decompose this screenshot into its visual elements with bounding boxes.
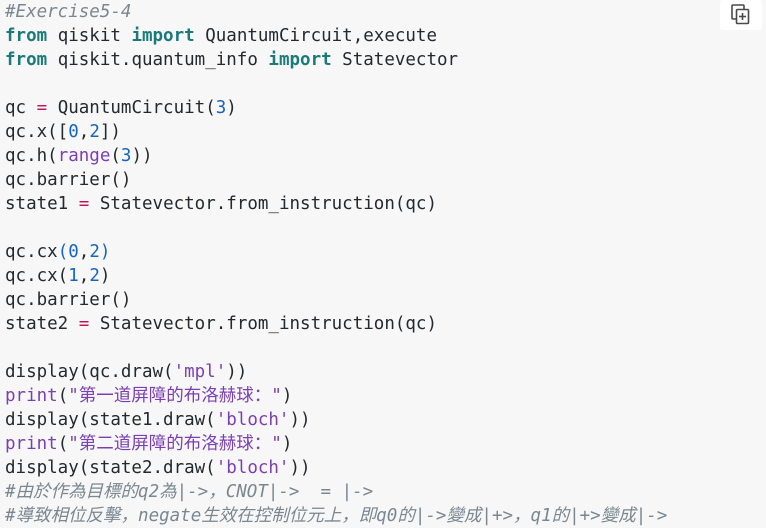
code-token: print [5, 434, 58, 454]
code-token: "第二道屏障的布洛赫球：" [68, 434, 282, 454]
code-line: qc.x([0,2]) [5, 120, 667, 144]
code-token: import [131, 26, 195, 46]
code-token: )) [289, 410, 311, 430]
code-token: from [5, 50, 48, 70]
code-token: qc.barrier() [5, 290, 132, 310]
code-token: = [36, 98, 48, 118]
code-token: ) [281, 386, 293, 406]
code-token: print [5, 386, 58, 406]
code-token: 'mpl' [173, 362, 227, 382]
code-token: QuantumCircuit( [47, 98, 216, 118]
code-token: state1 [5, 194, 79, 214]
code-token: 2 [89, 122, 100, 142]
code-token: qc.h( [5, 146, 58, 166]
copy-icon [731, 4, 750, 25]
code-token: Statevector.from_instruction(qc) [89, 194, 437, 214]
code-token: 'bloch' [215, 410, 290, 430]
code-token: )) [226, 362, 248, 382]
code-token: qc [5, 98, 37, 118]
code-line: from qiskit import QuantumCircuit,execut… [5, 24, 667, 48]
code-line: display(state1.draw('bloch')) [5, 408, 667, 432]
code-token: qc.cx [5, 242, 58, 262]
code-token: ) [226, 98, 237, 118]
code-line: #由於作為目標的q2為|->，CNOT|-> = |-> [5, 480, 667, 504]
code-line: qc.barrier() [5, 288, 667, 312]
code-line: from qiskit.quantum_info import Statevec… [5, 48, 667, 72]
code-token: 'bloch' [215, 458, 290, 478]
code-token: "第一道屏障的布洛赫球：" [68, 386, 282, 406]
code-token: ( [57, 242, 69, 262]
code-token: import [268, 50, 332, 70]
code-token: , [78, 242, 90, 262]
code-line: state1 = Statevector.from_instruction(qc… [5, 192, 667, 216]
code-token: 2 [89, 266, 100, 286]
code-token: qc.x([ [5, 122, 69, 142]
code-token: ]) [99, 122, 121, 142]
code-token: qc.barrier() [5, 170, 132, 190]
code-token: ( [57, 434, 69, 454]
code-line: #導致相位反擊，negate生效在控制位元上，即q0的|->變成|+>，q1的|… [5, 504, 667, 528]
code-token: )) [289, 458, 311, 478]
code-token: qiskit [47, 26, 132, 46]
code-token: = [78, 314, 90, 334]
code-token: qiskit.quantum_info [47, 50, 269, 70]
code-line: display(qc.draw('mpl')) [5, 360, 667, 384]
code-line: qc.barrier() [5, 168, 667, 192]
code-token: qc.cx( [5, 266, 69, 286]
code-line: qc.cx(1,2) [5, 264, 667, 288]
code-token: Statevector.from_instruction(qc) [89, 314, 437, 334]
code-listing: #Exercise5-4 from qiskit import QuantumCi… [5, 0, 667, 528]
code-line: print("第一道屏障的布洛赫球：") [5, 384, 667, 408]
code-token: range [57, 146, 111, 166]
code-line: qc = QuantumCircuit(3) [5, 96, 667, 120]
code-token: )) [131, 146, 153, 166]
code-token: = [78, 194, 90, 214]
code-token: #導致相位反擊，negate生效在控制位元上，即q0的|->變成|+>，q1的|… [5, 506, 668, 526]
code-token: ( [110, 146, 121, 166]
code-token: 2 [89, 242, 100, 262]
code-token: state2 [5, 314, 79, 334]
code-token: ) [99, 266, 111, 286]
code-token: display(state2.draw( [5, 458, 216, 478]
code-token: QuantumCircuit,execute [194, 26, 437, 46]
code-line: #Exercise5-4 [5, 0, 667, 24]
code-token: #Exercise5-4 [5, 2, 132, 22]
code-line: qc.cx(0,2) [5, 240, 667, 264]
code-token: from [5, 26, 48, 46]
code-token: 3 [120, 146, 132, 166]
code-token: Statevector [331, 50, 459, 70]
code-line: print("第二道屏障的布洛赫球：") [5, 432, 667, 456]
code-token: 0 [68, 242, 79, 262]
copy-button[interactable] [720, 0, 762, 30]
code-line: display(state2.draw('bloch')) [5, 456, 667, 480]
code-token: #由於作為目標的q2為|->，CNOT|-> = |-> [5, 482, 374, 502]
code-cell: #Exercise5-4 from qiskit import QuantumCi… [0, 0, 766, 528]
code-token: display(qc.draw( [5, 362, 174, 382]
code-token: display(state1.draw( [5, 410, 216, 430]
code-token: , [78, 122, 90, 142]
code-token: 3 [215, 98, 227, 118]
code-token: ) [99, 242, 111, 262]
code-token: ( [57, 386, 69, 406]
code-line: state2 = Statevector.from_instruction(qc… [5, 312, 667, 336]
code-token: , [78, 266, 90, 286]
code-token: 0 [68, 122, 79, 142]
code-line: qc.h(range(3)) [5, 144, 667, 168]
code-token: ) [281, 434, 293, 454]
code-token: 1 [68, 266, 79, 286]
